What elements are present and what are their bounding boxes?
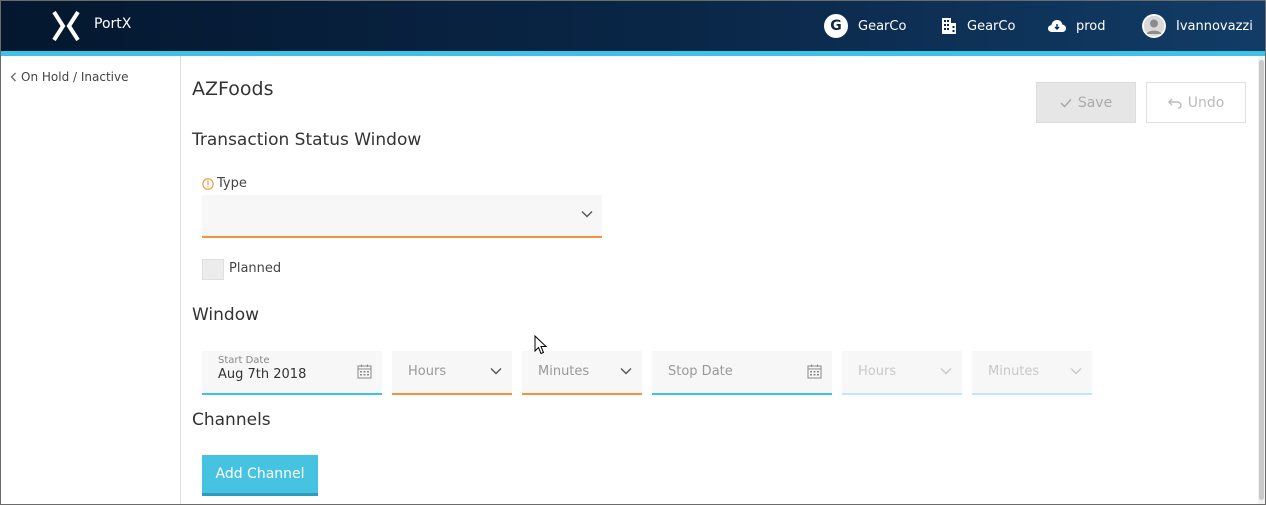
company-name: GearCo <box>967 18 1016 34</box>
planned-label[interactable]: Planned <box>229 261 281 276</box>
org-name: GearCo <box>858 18 907 34</box>
info-circle-icon <box>202 177 214 190</box>
environment-name: prod <box>1076 18 1106 34</box>
window-title: Window <box>192 305 260 325</box>
stop-date-placeholder: Stop Date <box>668 364 733 379</box>
undo-icon <box>1167 98 1182 109</box>
user-menu[interactable]: Ivannovazzi <box>1142 14 1253 38</box>
breadcrumb-back-link[interactable]: On Hold / Inactive <box>10 70 128 84</box>
transaction-status-title: Transaction Status Window <box>192 130 422 150</box>
user-avatar-icon <box>1142 14 1166 38</box>
calendar-icon[interactable] <box>357 364 372 379</box>
vertical-scrollbar[interactable] <box>1258 56 1265 504</box>
start-date-value: Aug 7th 2018 <box>218 367 307 382</box>
mouse-cursor-icon <box>534 335 547 355</box>
app-window: PortX G GearCo GearCo prod Ivannovazzi O… <box>0 0 1266 505</box>
stop-minutes-select[interactable]: Minutes <box>972 351 1092 395</box>
start-date-label: Start Date <box>218 355 270 366</box>
chevron-down-icon <box>490 368 502 375</box>
cloud-icon <box>1048 20 1066 32</box>
sidebar: On Hold / Inactive <box>1 56 181 504</box>
check-icon <box>1060 98 1072 108</box>
company-switcher[interactable]: GearCo <box>941 14 1015 38</box>
stop-hours-placeholder: Hours <box>858 364 897 379</box>
org-switcher[interactable]: G GearCo <box>824 14 906 38</box>
planned-checkbox[interactable] <box>202 259 224 280</box>
building-icon <box>942 18 956 34</box>
add-channel-button[interactable]: Add Channel <box>202 455 318 496</box>
start-minutes-select[interactable]: Minutes <box>522 351 642 395</box>
chevron-down-icon <box>581 211 593 218</box>
undo-button-label: Undo <box>1187 94 1225 111</box>
environment-switcher[interactable]: prod <box>1048 14 1106 38</box>
type-label-text: Type <box>217 176 247 191</box>
stop-hours-select[interactable]: Hours <box>842 351 962 395</box>
chevron-left-icon <box>10 72 16 82</box>
page-title: AZFoods <box>192 78 274 100</box>
save-button-label: Save <box>1077 94 1113 111</box>
chevron-down-icon <box>620 368 632 375</box>
undo-button[interactable]: Undo <box>1146 82 1246 123</box>
user-name: Ivannovazzi <box>1176 18 1253 34</box>
portx-logo-icon[interactable] <box>51 11 81 41</box>
type-select[interactable] <box>202 195 602 238</box>
start-date-field[interactable]: Start Date Aug 7th 2018 <box>202 351 382 395</box>
header-accent-strip <box>1 51 1265 56</box>
scrollbar-thumb[interactable] <box>1259 60 1264 500</box>
stop-date-field[interactable]: Stop Date <box>652 351 832 395</box>
start-minutes-placeholder: Minutes <box>538 364 590 379</box>
breadcrumb-label: On Hold / Inactive <box>21 70 129 84</box>
start-hours-select[interactable]: Hours <box>392 351 512 395</box>
channels-title: Channels <box>192 410 271 430</box>
stop-minutes-placeholder: Minutes <box>988 364 1040 379</box>
start-hours-placeholder: Hours <box>408 364 447 379</box>
brand-name[interactable]: PortX <box>94 16 131 32</box>
chevron-down-icon <box>940 368 952 375</box>
save-button[interactable]: Save <box>1036 82 1136 123</box>
calendar-icon[interactable] <box>807 364 822 379</box>
top-header: PortX G GearCo GearCo prod Ivannovazzi <box>1 1 1265 51</box>
org-badge-icon: G <box>824 14 848 38</box>
chevron-down-icon <box>1070 368 1082 375</box>
type-field-label: Type <box>202 176 247 191</box>
